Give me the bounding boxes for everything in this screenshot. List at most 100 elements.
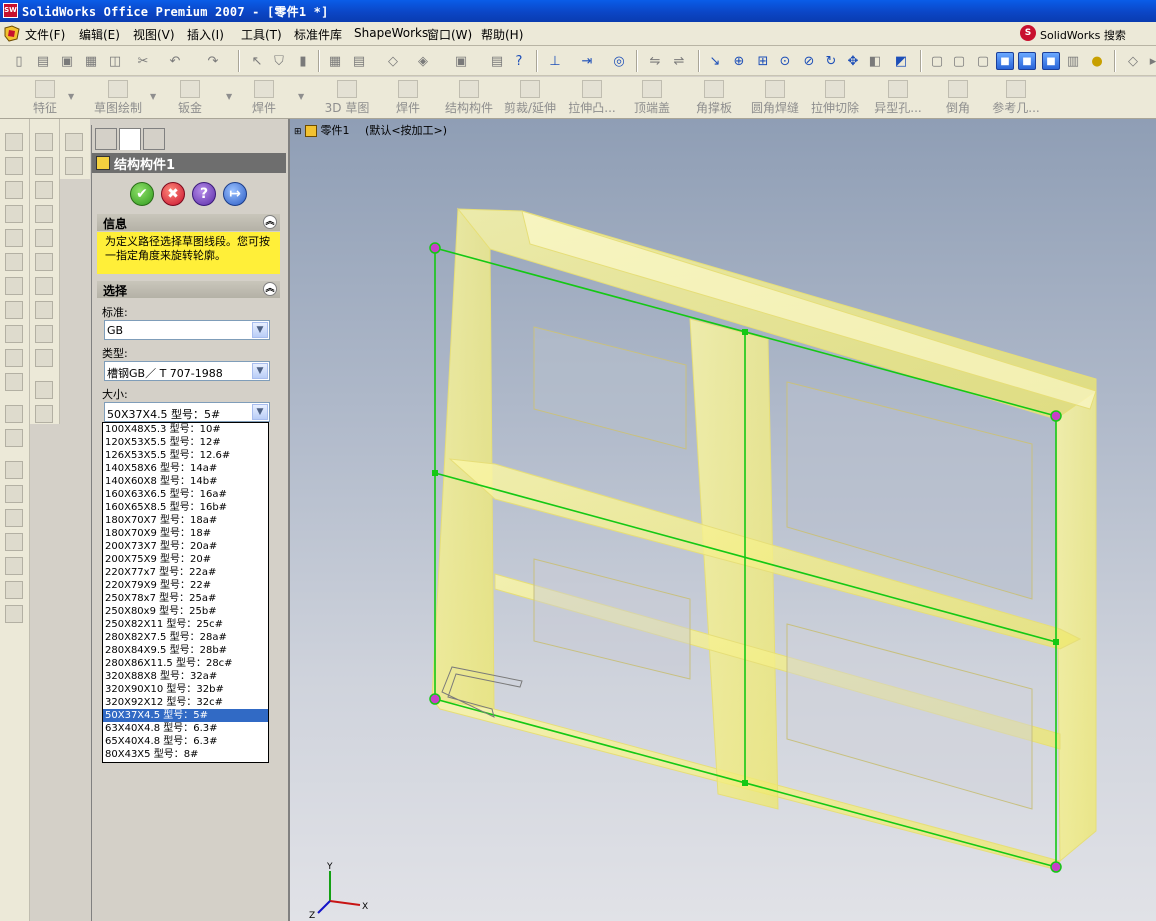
save-icon[interactable]: ▣ [58,52,76,70]
sketch-dropdown-icon[interactable]: ▤ [350,52,368,70]
size-option[interactable]: 320X92X12 型号：32c# [103,696,268,709]
view-orientation-icon[interactable]: ◩ [892,52,910,70]
menu-toolbox[interactable]: 标准件库 [294,26,342,43]
selection-group-header[interactable]: 选择 ︽ [97,281,280,298]
cm-tool-trim-extend[interactable]: 剪裁/延伸 [502,80,558,116]
size-option[interactable]: 250X82X11 型号：25c# [103,618,268,631]
cm-tab-features[interactable]: 特征 [24,80,66,116]
curve-icon[interactable] [5,485,23,503]
collapse-icon[interactable]: ︽ [263,215,277,229]
size-option[interactable]: 280X84X9.5 型号：28b# [103,644,268,657]
section-view-icon[interactable]: ◇ [1124,52,1142,70]
cut-icon[interactable]: ✂ [134,52,152,70]
cut-extrude-icon[interactable] [5,229,23,247]
redo-icon[interactable]: ↷ [204,52,222,70]
print-preview-icon[interactable]: ◫ [106,52,124,70]
cm-tool-fillet-bead[interactable]: 圆角焊缝 [750,80,800,116]
smart-dimension-icon[interactable]: ◇ [384,52,402,70]
cancel-button[interactable]: ✖ [161,182,185,206]
size-option[interactable]: 160X63X6.5 型号：16a# [103,488,268,501]
toggle-icon[interactable]: ⇋ [646,52,664,70]
flex-icon[interactable] [5,605,23,623]
size-option[interactable]: 320X88X8 型号：32a# [103,670,268,683]
perspective-icon[interactable]: ▥ [1064,52,1082,70]
zoom-fit-icon[interactable]: ⊕ [730,52,748,70]
sketch-relation-icon[interactable] [65,133,83,151]
select-filter-icon[interactable]: ⛉ [270,52,288,70]
pin-button[interactable]: ↦ [223,182,247,206]
cm-tool-extruded-cut[interactable]: 拉伸切除 [810,80,860,116]
view-iso-icon[interactable] [35,277,53,295]
size-option[interactable]: 160X65X8.5 型号：16b# [103,501,268,514]
size-option[interactable]: 120X53X5.5 型号：12# [103,436,268,449]
cm-tool-hole-wizard[interactable]: 异型孔... [868,80,928,116]
rib-icon[interactable] [5,325,23,343]
size-option[interactable]: 220X79X9 型号：22# [103,579,268,592]
rebuild-icon[interactable]: ▮ [294,52,312,70]
cut-revolve-icon[interactable] [5,253,23,271]
cm-tool-weldment[interactable]: 焊件 [390,80,426,116]
menu-shapeworks[interactable]: ShapeWorks [354,26,428,40]
cm-tool-chamfer[interactable]: 倒角 [944,80,972,116]
view-right-icon[interactable] [35,205,53,223]
size-option[interactable]: 200X73X7 型号：20a# [103,540,268,553]
spline-icon[interactable] [35,349,53,367]
view-back-icon[interactable] [35,157,53,175]
cm-sketch-dropdown-icon[interactable]: ▼ [150,92,156,101]
previous-view-icon[interactable]: ◧ [866,52,884,70]
revolve-icon[interactable] [5,157,23,175]
shaded-with-edges-icon[interactable]: ■ [996,52,1014,70]
menu-window[interactable]: 窗口(W) [427,26,472,43]
size-option[interactable]: 220X77x7 型号：22a# [103,566,268,579]
dome-icon[interactable] [5,461,23,479]
size-option[interactable]: 320X90X10 型号：32b# [103,683,268,696]
chamfer-side-icon[interactable] [5,301,23,319]
collapse-icon[interactable]: ︽ [263,282,277,296]
cm-tab-weldments[interactable]: 焊件 [244,80,284,116]
size-option[interactable]: 140X58X6 型号：14a# [103,462,268,475]
realview-icon[interactable]: ● [1088,52,1106,70]
properties-icon[interactable]: ▤ [488,52,506,70]
wireframe-icon[interactable]: ▢ [928,52,946,70]
paste-icon[interactable] [35,405,53,423]
size-option[interactable]: 65X40X4.8 型号：6.3# [103,735,268,748]
menu-help[interactable]: 帮助(H) [481,26,523,43]
model-view[interactable] [290,119,1156,921]
split-icon[interactable] [5,509,23,527]
draft-icon[interactable] [5,373,23,391]
axis-icon[interactable]: ⇥ [578,52,596,70]
view-bottom-icon[interactable] [35,253,53,271]
configuration-manager-tab[interactable] [143,128,165,150]
menu-file[interactable]: 文件(F) [25,26,65,43]
size-option[interactable]: 250X80x9 型号：25b# [103,605,268,618]
point-icon[interactable] [35,325,53,343]
chevron-down-icon[interactable]: ▼ [252,322,268,338]
size-option[interactable]: 280X86X11.5 型号：28c# [103,657,268,670]
size-option[interactable]: 180X70X7 型号：18a# [103,514,268,527]
chevron-down-icon[interactable]: ▼ [252,404,268,420]
select-pointer-icon[interactable]: ↘ [706,52,724,70]
fillet-icon[interactable] [5,277,23,295]
cm-tool-reference-geometry[interactable]: 参考几... [988,80,1044,116]
size-option[interactable]: 100X48X5.3 型号：10# [103,423,268,436]
cm-tool-structural-member[interactable]: 结构构件 [442,80,496,116]
new-file-icon[interactable]: ▯ [10,52,28,70]
size-option[interactable]: 180X70X9 型号：18# [103,527,268,540]
help-icon[interactable]: ? [510,52,528,70]
pan-icon[interactable]: ✥ [844,52,862,70]
line-icon[interactable] [35,301,53,319]
shell-icon[interactable] [5,349,23,367]
zoom-in-out-icon[interactable]: ⊙ [776,52,794,70]
cm-tool-3d-sketch[interactable]: 3D 草图 [322,80,372,116]
solidworks-menu-icon[interactable] [3,25,21,42]
type-select[interactable]: 槽钢GB／ T 707-1988 ▼ [104,361,270,381]
feature-manager-tab[interactable] [95,128,117,150]
property-manager-tab[interactable] [119,128,141,150]
ok-button[interactable]: ✔ [130,182,154,206]
shaded-icon[interactable]: ■ [1018,52,1036,70]
copy-icon[interactable] [35,381,53,399]
toggle2-icon[interactable]: ⇌ [670,52,688,70]
open-file-icon[interactable]: ▤ [34,52,52,70]
chevron-down-icon[interactable]: ▼ [252,363,268,379]
menu-view[interactable]: 视图(V) [133,26,175,43]
